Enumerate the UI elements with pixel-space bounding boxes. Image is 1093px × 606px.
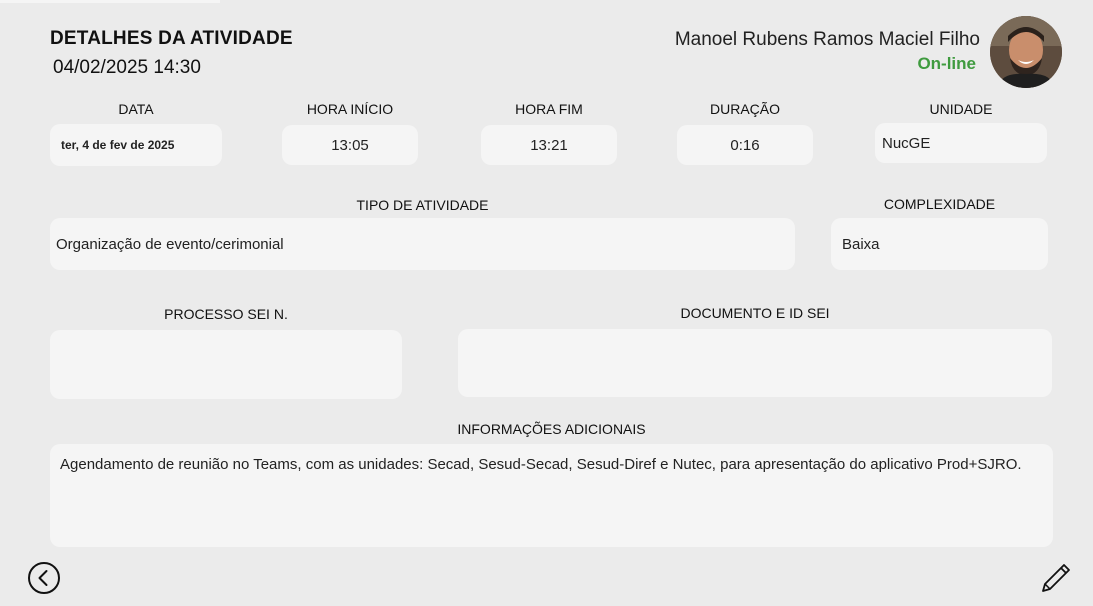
hora-fim-field[interactable]: 13:21 — [481, 125, 617, 165]
complexidade-field[interactable]: Baixa — [831, 218, 1048, 270]
hora-fim-value: 13:21 — [530, 136, 568, 154]
top-accent-bar — [0, 0, 220, 3]
label-tipo-atividade: TIPO DE ATIVIDADE — [356, 197, 489, 213]
label-data: DATA — [118, 101, 154, 117]
user-status: On-line — [917, 54, 976, 73]
hora-inicio-value: 13:05 — [331, 136, 369, 154]
pencil-icon — [1042, 564, 1070, 592]
avatar — [990, 16, 1062, 88]
label-hora-inicio: HORA INÍCIO — [306, 101, 394, 117]
label-hora-fim: HORA FIM — [515, 101, 583, 117]
chevron-left-circle-icon — [28, 562, 60, 594]
label-documento-id-sei: DOCUMENTO E ID SEI — [680, 305, 830, 321]
processo-sei-field[interactable] — [50, 330, 402, 399]
tipo-atividade-field[interactable]: Organização de evento/cerimonial — [50, 218, 795, 270]
hora-inicio-field[interactable]: 13:05 — [282, 125, 418, 165]
label-complexidade: COMPLEXIDADE — [883, 196, 996, 212]
back-button[interactable] — [27, 561, 61, 595]
duracao-value: 0:16 — [730, 136, 760, 154]
label-unidade: UNIDADE — [929, 101, 993, 117]
unidade-value: NucGE — [882, 134, 931, 152]
complexidade-value: Baixa — [842, 235, 880, 253]
label-informacoes-adicionais: INFORMAÇÕES ADICIONAIS — [457, 421, 646, 437]
activity-datetime: 04/02/2025 14:30 — [53, 57, 201, 78]
unidade-field[interactable]: NucGE — [875, 123, 1047, 163]
duracao-field[interactable]: 0:16 — [677, 125, 813, 165]
edit-button[interactable] — [1039, 561, 1073, 595]
data-value: ter, 4 de fev de 2025 — [61, 138, 175, 152]
label-duracao: DURAÇÃO — [709, 101, 780, 117]
informacoes-adicionais-field[interactable]: Agendamento de reunião no Teams, com as … — [50, 444, 1053, 547]
avatar-photo — [990, 16, 1062, 88]
data-field[interactable]: ter, 4 de fev de 2025 — [50, 124, 222, 166]
informacoes-adicionais-value: Agendamento de reunião no Teams, com as … — [60, 456, 1022, 473]
label-processo-sei: PROCESSO SEI N. — [164, 306, 288, 322]
page-title: DETALHES DA ATIVIDADE — [50, 28, 293, 49]
documento-id-sei-field[interactable] — [458, 329, 1052, 397]
user-name: Manoel Rubens Ramos Maciel Filho — [674, 29, 980, 50]
tipo-atividade-value: Organização de evento/cerimonial — [56, 235, 284, 253]
